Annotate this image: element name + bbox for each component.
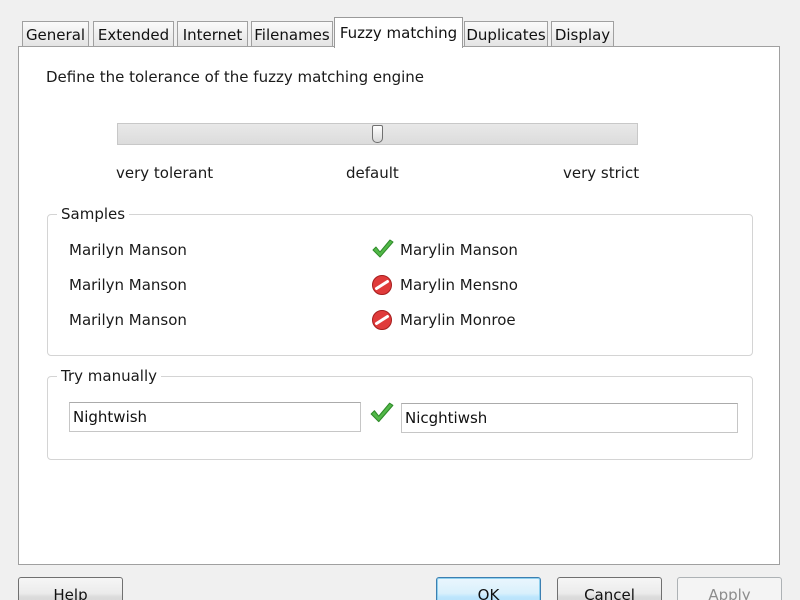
help-button[interactable]: Help	[18, 577, 123, 600]
cancel-button[interactable]: Cancel	[557, 577, 662, 600]
apply-button[interactable]: Apply	[677, 577, 782, 600]
tab-extended[interactable]: Extended	[93, 21, 174, 47]
samples-group: Samples Marilyn Manson Marylin Manson Ma…	[47, 204, 753, 356]
sample-variant-name: Marylin Mensno	[400, 276, 518, 294]
manual-input-original[interactable]	[69, 402, 361, 432]
slider-label-default: default	[346, 164, 399, 182]
samples-group-label: Samples	[57, 204, 130, 224]
tolerance-slider-thumb[interactable]	[372, 125, 383, 143]
sample-row: Marilyn Manson Marylin Mensno	[48, 274, 752, 298]
fuzzy-matching-panel: Define the tolerance of the fuzzy matchi…	[18, 46, 780, 565]
slider-label-very-strict: very strict	[563, 164, 640, 182]
try-manually-group: Try manually	[47, 366, 753, 460]
tab-duplicates[interactable]: Duplicates	[464, 21, 548, 47]
try-manually-group-label: Try manually	[57, 366, 161, 386]
tab-internet[interactable]: Internet	[177, 21, 248, 47]
no-match-icon	[371, 274, 395, 296]
sample-row: Marilyn Manson Marylin Manson	[48, 239, 752, 263]
sample-original-name: Marilyn Manson	[69, 276, 187, 294]
sample-original-name: Marilyn Manson	[69, 241, 187, 259]
tab-general[interactable]: General	[22, 21, 89, 47]
tab-display[interactable]: Display	[551, 21, 614, 47]
slider-label-very-tolerant: very tolerant	[116, 164, 214, 182]
tab-fuzzy-matching[interactable]: Fuzzy matching	[334, 17, 463, 48]
options-dialog: General Extended Internet Filenames Fuzz…	[0, 0, 800, 600]
check-icon	[369, 402, 395, 426]
tolerance-description: Define the tolerance of the fuzzy matchi…	[46, 68, 425, 86]
no-match-icon	[371, 309, 395, 331]
sample-variant-name: Marylin Monroe	[400, 311, 516, 329]
tolerance-slider[interactable]	[117, 123, 638, 145]
sample-row: Marilyn Manson Marylin Monroe	[48, 309, 752, 333]
manual-input-variant[interactable]	[401, 403, 738, 433]
tab-strip: General Extended Internet Filenames Fuzz…	[0, 0, 800, 48]
tab-filenames[interactable]: Filenames	[251, 21, 333, 47]
sample-variant-name: Marylin Manson	[400, 241, 518, 259]
ok-button[interactable]: OK	[436, 577, 541, 600]
check-icon	[371, 239, 395, 261]
sample-original-name: Marilyn Manson	[69, 311, 187, 329]
